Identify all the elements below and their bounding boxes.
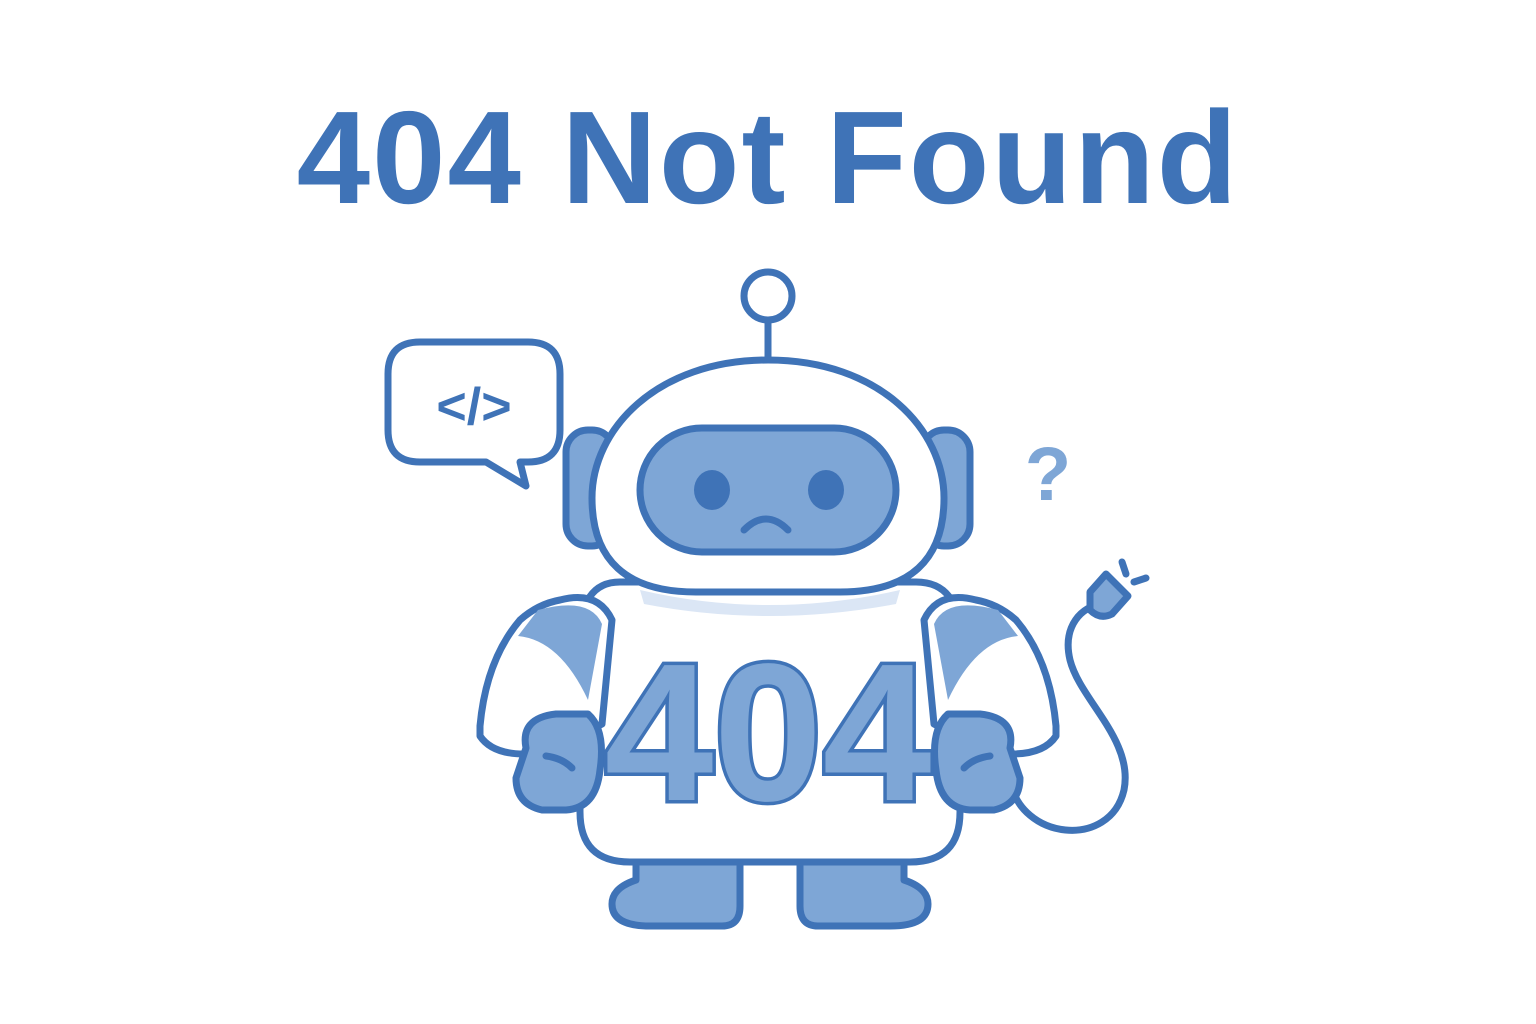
robot-illustration: </> ? 404 [384, 268, 1150, 930]
left-eye [694, 470, 730, 510]
antenna [740, 268, 796, 364]
right-eye [808, 470, 844, 510]
robot-head [562, 356, 974, 596]
question-mark-icon: ? [1025, 432, 1071, 517]
code-symbol: </> [436, 378, 511, 436]
error-page: 404 Not Found </> ? 404 [0, 0, 1536, 1024]
code-speech-bubble-icon: </> [384, 338, 564, 490]
chest-404-label: 404 [604, 623, 931, 842]
